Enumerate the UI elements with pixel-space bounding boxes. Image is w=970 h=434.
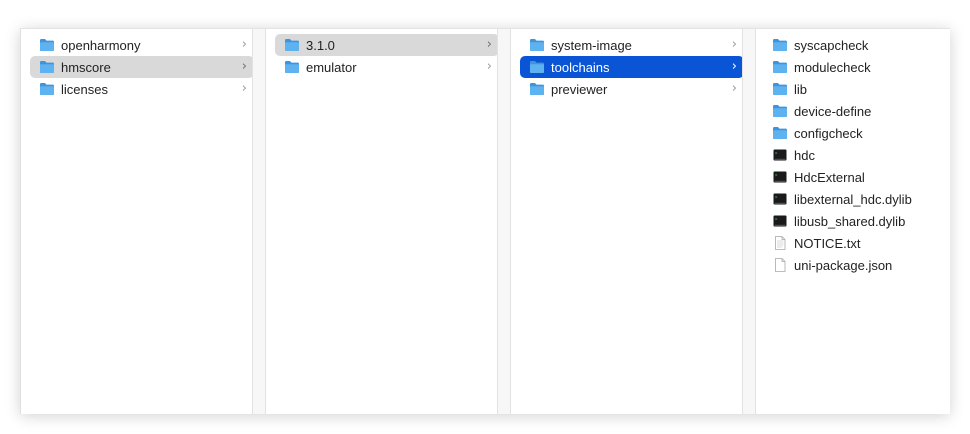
chevron-right-icon: › (731, 59, 737, 74)
row-hmscore[interactable]: hmscore › (30, 56, 254, 78)
row-hdcexternal[interactable]: > HdcExternal (769, 166, 939, 188)
row-notice-txt[interactable]: NOTICE.txt (769, 232, 939, 254)
document-icon (772, 258, 788, 272)
item-label: syscapcheck (794, 37, 869, 53)
column-resize-handle[interactable] (252, 29, 266, 414)
text-file-icon (772, 236, 788, 250)
folder-icon (772, 126, 788, 140)
item-label: uni-package.json (794, 257, 893, 273)
column-resize-handle[interactable] (497, 29, 511, 414)
row-previewer[interactable]: previewer › (520, 78, 744, 100)
row-configcheck[interactable]: configcheck (769, 122, 939, 144)
row-device-define[interactable]: device-define (769, 100, 939, 122)
row-licenses[interactable]: licenses › (30, 78, 254, 100)
row-syscapcheck[interactable]: syscapcheck (769, 34, 939, 56)
folder-icon (772, 82, 788, 96)
folder-icon (772, 60, 788, 74)
item-label: device-define (794, 103, 872, 119)
folder-icon (284, 60, 300, 74)
folder-icon (529, 82, 545, 96)
chevron-right-icon: › (241, 37, 247, 52)
executable-icon: > (772, 170, 788, 184)
folder-icon (39, 38, 55, 52)
item-label: HdcExternal (794, 169, 865, 185)
row-3-1-0[interactable]: 3.1.0 › (275, 34, 499, 56)
chevron-right-icon: › (486, 59, 492, 74)
item-label: modulecheck (794, 59, 871, 75)
row-modulecheck[interactable]: modulecheck (769, 56, 939, 78)
item-label: configcheck (794, 125, 863, 141)
chevron-right-icon: › (486, 37, 492, 52)
item-label: libusb_shared.dylib (794, 213, 906, 229)
chevron-right-icon: › (241, 81, 247, 96)
column-2: 3.1.0 › emulator › (266, 29, 511, 414)
column-resize-handle[interactable] (742, 29, 756, 414)
executable-icon: > (772, 192, 788, 206)
row-libusb-shared[interactable]: > libusb_shared.dylib (769, 210, 939, 232)
item-label: lib (794, 81, 808, 97)
folder-icon (284, 38, 300, 52)
item-label: previewer (551, 81, 608, 97)
item-label: licenses (61, 81, 108, 97)
item-label: emulator (306, 59, 357, 75)
row-hdc[interactable]: > hdc (769, 144, 939, 166)
item-label: hmscore (61, 59, 111, 75)
row-uni-package-json[interactable]: uni-package.json (769, 254, 939, 276)
folder-icon (772, 38, 788, 52)
folder-icon (39, 60, 55, 74)
item-label: 3.1.0 (306, 37, 335, 53)
executable-icon: > (772, 148, 788, 162)
item-label: system-image (551, 37, 632, 53)
chevron-right-icon: › (241, 59, 247, 74)
row-toolchains[interactable]: toolchains › (520, 56, 744, 78)
column-1: openharmony › hmscore › licenses › (21, 29, 266, 414)
finder-column-view: openharmony › hmscore › licenses › 3.1.0… (20, 28, 950, 414)
row-openharmony[interactable]: openharmony › (30, 34, 254, 56)
column-4: syscapcheck modulecheck lib device-defin… (756, 29, 951, 414)
chevron-right-icon: › (731, 37, 737, 52)
row-system-image[interactable]: system-image › (520, 34, 744, 56)
folder-icon (529, 38, 545, 52)
item-label: toolchains (551, 59, 610, 75)
row-libexternal-hdc[interactable]: > libexternal_hdc.dylib (769, 188, 939, 210)
folder-icon (39, 82, 55, 96)
item-label: libexternal_hdc.dylib (794, 191, 912, 207)
executable-icon: > (772, 214, 788, 228)
chevron-right-icon: › (731, 81, 737, 96)
folder-icon (529, 60, 545, 74)
row-emulator[interactable]: emulator › (275, 56, 499, 78)
item-label: openharmony (61, 37, 141, 53)
row-lib[interactable]: lib (769, 78, 939, 100)
item-label: NOTICE.txt (794, 235, 861, 251)
folder-icon (772, 104, 788, 118)
column-3: system-image › toolchains › previewer › (511, 29, 756, 414)
item-label: hdc (794, 147, 815, 163)
